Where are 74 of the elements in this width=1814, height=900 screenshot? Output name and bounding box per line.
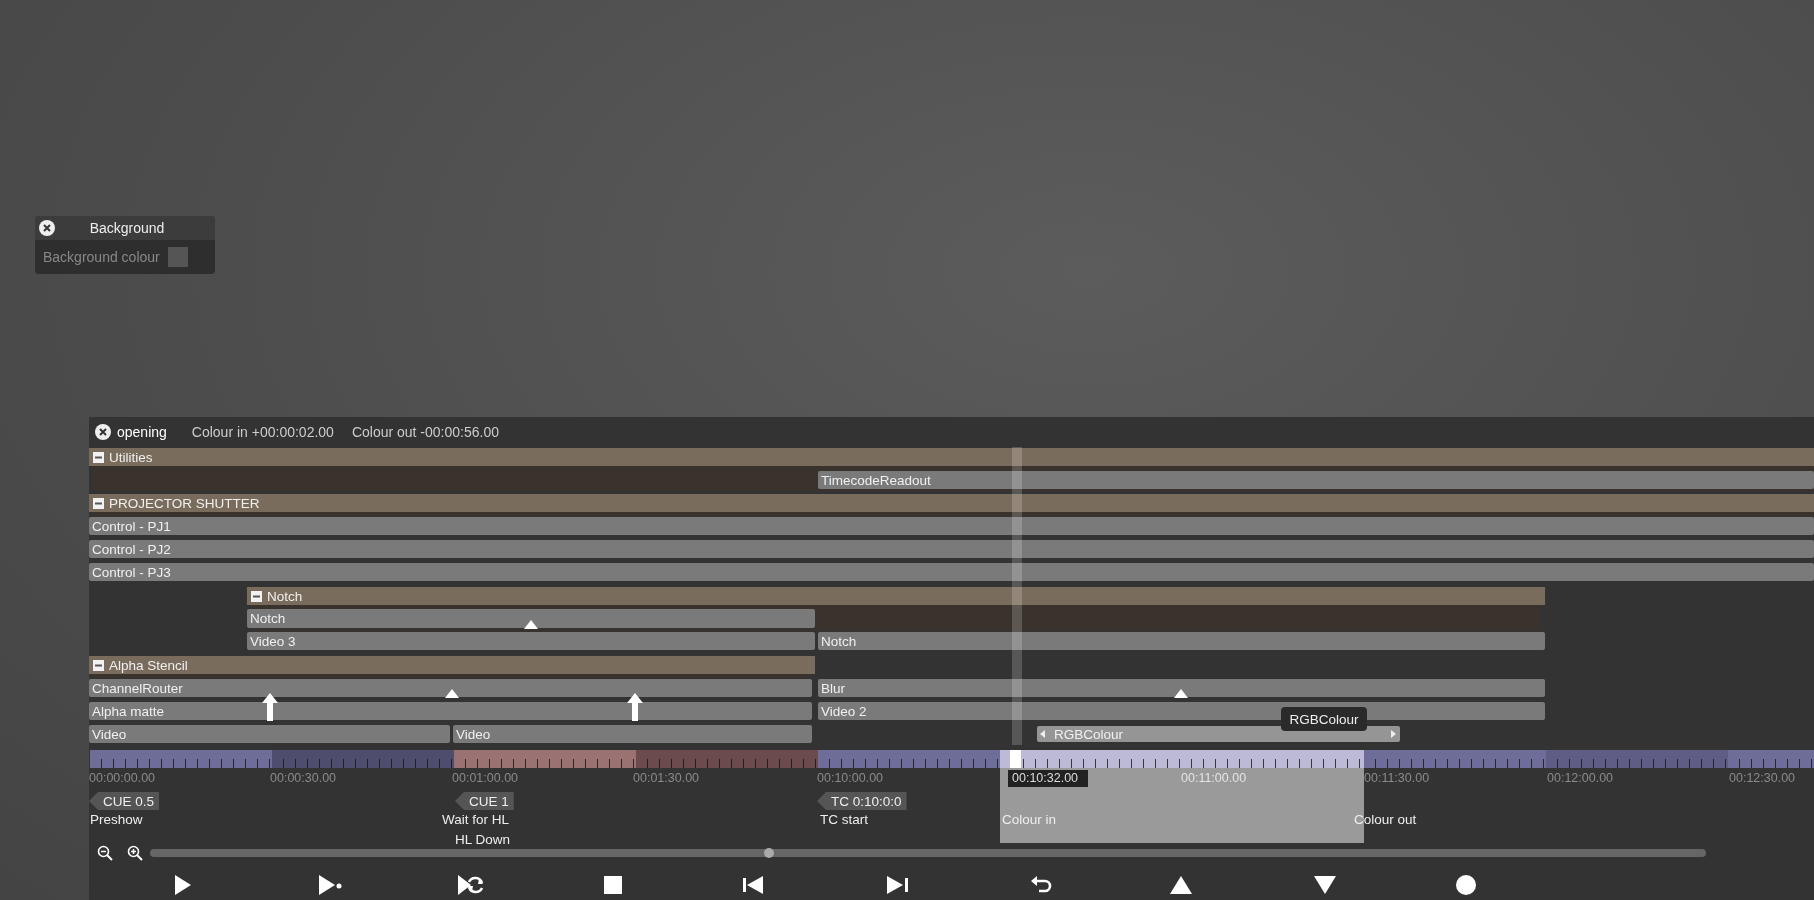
zoom-out-icon[interactable] [97, 845, 113, 861]
panel-title: Background [88, 220, 166, 236]
cue-name: TC start [820, 812, 868, 827]
ruler-time-label: 00:10:00.00 [817, 771, 885, 786]
collapse-icon[interactable] [251, 590, 262, 602]
timeline-clip[interactable]: Control - PJ3 [89, 563, 1814, 581]
range-out-label: Colour out [1354, 812, 1417, 827]
ruler-segment[interactable] [454, 750, 636, 768]
ruler-time-label: 00:01:30.00 [633, 771, 701, 786]
timeline-clip[interactable]: ChannelRouter [89, 679, 812, 697]
playhead-time: 00:10:32.00 [1008, 770, 1088, 787]
loop-play-icon[interactable] [457, 873, 484, 897]
collapse-icon[interactable] [93, 659, 104, 671]
group-header[interactable]: Alpha Stencil [89, 656, 815, 674]
group-header[interactable]: Notch [247, 587, 1545, 605]
cue-note: HL Down [455, 832, 511, 847]
group-label: PROJECTOR SHUTTER [109, 495, 260, 511]
handle-icon[interactable] [1040, 730, 1046, 738]
colour-in-info: Colour in +00:00:02.00 [191, 424, 334, 440]
ruler-time-label: 00:12:30.00 [1729, 771, 1797, 786]
keyframe-marker-icon[interactable] [445, 689, 459, 698]
property-label: Background colour [43, 249, 160, 265]
up-arrow-icon[interactable] [627, 693, 643, 721]
timeline-clip[interactable]: Control - PJ2 [89, 540, 1814, 558]
keyframe-marker-icon[interactable] [1174, 689, 1188, 698]
timeline-clip[interactable]: Video [89, 725, 450, 743]
ruler-time-label: 00:12:00.00 [1547, 771, 1615, 786]
ruler-time-label: 00:11:00.00 [1181, 771, 1248, 786]
close-icon[interactable] [39, 220, 55, 236]
ruler-time-label: 00:11:30.00 [1364, 771, 1431, 786]
timeline-clip[interactable]: RGBColour [1037, 726, 1400, 742]
timeline-clip[interactable]: Video [453, 725, 812, 743]
handle-icon[interactable] [1391, 730, 1397, 738]
group-label: Notch [267, 588, 303, 604]
tooltip: RGBColour [1281, 707, 1367, 731]
timeline-clip[interactable]: Blur [818, 679, 1545, 697]
keyframe-marker-icon[interactable] [524, 620, 538, 629]
collapse-icon[interactable] [93, 451, 104, 463]
ruler-time-label: 00:00:00.00 [89, 771, 157, 786]
ruler-segment[interactable] [818, 750, 1000, 768]
cue-tag[interactable]: CUE 0.5 [89, 792, 160, 810]
timeline-clip[interactable]: Control - PJ1 [89, 517, 1814, 535]
timeline-clip[interactable]: Alpha matte [89, 702, 812, 720]
timeline-clip[interactable]: Video 3 [247, 632, 815, 650]
group-label: Utilities [109, 449, 153, 465]
ruler-segment[interactable] [90, 750, 272, 768]
timeline-title: opening [117, 424, 167, 440]
cue-tag[interactable]: TC 0:10:0:0 [817, 792, 907, 810]
timeline-clip[interactable]: Notch [247, 609, 815, 628]
colour-out-info: Colour out -00:00:56.00 [351, 424, 499, 440]
group-label: Alpha Stencil [109, 657, 188, 673]
collapse-icon[interactable] [93, 497, 104, 509]
range-in-label: Colour in [1002, 812, 1057, 827]
ruler-time-label: 00:01:00.00 [452, 771, 520, 786]
group-header[interactable]: PROJECTOR SHUTTER [89, 494, 1814, 512]
cue-tag[interactable]: CUE 1 [455, 792, 514, 810]
group-header[interactable]: Utilities [89, 448, 1814, 466]
close-icon[interactable] [95, 424, 111, 440]
cue-name: Preshow [90, 812, 143, 827]
colour-swatch[interactable] [167, 247, 188, 267]
cue-name: Wait for HL [442, 812, 509, 827]
ruler-segment[interactable] [1728, 750, 1814, 768]
timeline-clip[interactable]: TimecodeReadout [818, 471, 1814, 489]
horizontal-scrollbar[interactable] [150, 849, 1706, 857]
up-arrow-icon[interactable] [262, 693, 278, 721]
ruler-time-label: 00:00:30.00 [270, 771, 338, 786]
ruler-segment[interactable] [1546, 750, 1728, 768]
ruler-range-segment[interactable] [1000, 750, 1364, 768]
zoom-in-icon[interactable] [127, 845, 143, 861]
playhead-handle[interactable] [1010, 750, 1021, 768]
play-to-point-icon[interactable] [317, 873, 344, 897]
ruler-segment[interactable] [1364, 750, 1546, 768]
scroll-thumb[interactable] [764, 848, 774, 858]
timeline-clip[interactable]: Notch [818, 632, 1545, 650]
